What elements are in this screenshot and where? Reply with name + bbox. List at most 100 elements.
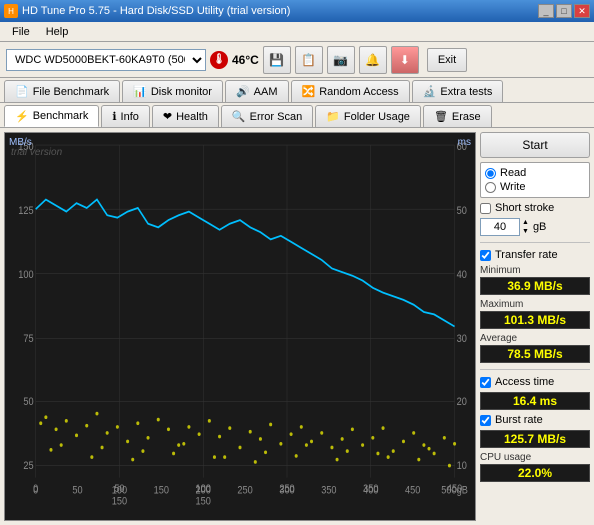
- tab-file-benchmark[interactable]: 📄 File Benchmark: [4, 80, 120, 102]
- tab-info[interactable]: ℹ Info: [101, 105, 150, 127]
- svg-text:25: 25: [23, 461, 34, 473]
- divider-1: [480, 242, 590, 243]
- read-label: Read: [500, 167, 526, 179]
- tab-folder-usage[interactable]: 📁 Folder Usage: [315, 105, 421, 127]
- temperature-value: 46°C: [232, 53, 259, 67]
- tab-health[interactable]: ❤ Health: [152, 105, 219, 127]
- read-radio[interactable]: [485, 168, 496, 179]
- tab-erase-label: Erase: [452, 111, 481, 123]
- burst-rate-checkbox-label: Burst rate: [495, 414, 543, 426]
- divider-2: [480, 369, 590, 370]
- write-radio-item[interactable]: Write: [485, 181, 585, 193]
- right-panel: Start Read Write Short stroke ▲ ▼: [480, 132, 590, 521]
- short-stroke-label: Short stroke: [495, 202, 554, 214]
- maximum-value: 101.3 MB/s: [480, 311, 590, 329]
- toolbar-btn-3[interactable]: 📷: [327, 46, 355, 74]
- transfer-rate-checkbox[interactable]: [480, 250, 491, 261]
- toolbar-btn-1[interactable]: 💾: [263, 46, 291, 74]
- transfer-rate-checkbox-item[interactable]: Transfer rate: [480, 249, 590, 261]
- write-radio[interactable]: [485, 182, 496, 193]
- svg-text:450: 450: [405, 485, 421, 497]
- spinbox-unit-label: gB: [533, 221, 546, 233]
- tab-extra-tests-label: Extra tests: [440, 86, 492, 98]
- svg-text:250: 250: [237, 485, 253, 497]
- tab-disk-monitor[interactable]: 📊 Disk monitor: [122, 80, 223, 102]
- tab-random-access[interactable]: 🔀 Random Access: [291, 80, 410, 102]
- toolbar-btn-2[interactable]: 📋: [295, 46, 323, 74]
- minimum-stat: Minimum 36.9 MB/s: [480, 265, 590, 295]
- svg-text:150: 150: [112, 496, 128, 508]
- aam-icon: 🔊: [236, 85, 250, 98]
- access-time-stat: 16.4 ms: [480, 392, 590, 410]
- transfer-rate-label: Transfer rate: [495, 249, 558, 261]
- drive-select[interactable]: WDC WD5000BEKT-60KA9T0 (500 gB): [6, 49, 206, 71]
- access-time-checkbox[interactable]: [480, 377, 491, 388]
- minimize-button[interactable]: _: [538, 4, 554, 18]
- svg-text:30: 30: [457, 334, 468, 346]
- folder-usage-icon: 📁: [326, 110, 340, 123]
- spinbox-input[interactable]: [480, 218, 520, 236]
- svg-text:200: 200: [196, 485, 212, 497]
- tab-extra-tests[interactable]: 🔬 Extra tests: [412, 80, 504, 102]
- short-stroke-checkbox-item[interactable]: Short stroke: [480, 202, 590, 214]
- tab-info-label: Info: [121, 111, 139, 123]
- close-button[interactable]: ✕: [574, 4, 590, 18]
- short-stroke-checkbox[interactable]: [480, 203, 491, 214]
- svg-text:50: 50: [72, 485, 83, 497]
- average-stat: Average 78.5 MB/s: [480, 333, 590, 363]
- menu-file[interactable]: File: [4, 24, 38, 40]
- info-icon: ℹ: [112, 110, 116, 123]
- menu-help[interactable]: Help: [38, 24, 77, 40]
- svg-text:0: 0: [33, 485, 38, 497]
- toolbar: WDC WD5000BEKT-60KA9T0 (500 gB) 🌡 46°C 💾…: [0, 42, 594, 78]
- read-write-radio-group: Read Write: [480, 162, 590, 198]
- chart-y-right-label: ms: [458, 137, 471, 148]
- svg-text:10: 10: [457, 461, 468, 473]
- tab-benchmark[interactable]: ⚡ Benchmark: [4, 105, 99, 127]
- random-access-icon: 🔀: [302, 85, 316, 98]
- tab-benchmark-label: Benchmark: [33, 110, 89, 122]
- health-icon: ❤: [163, 110, 172, 123]
- title-bar: H HD Tune Pro 5.75 - Hard Disk/SSD Utili…: [0, 0, 594, 22]
- svg-text:50: 50: [23, 396, 34, 408]
- maximum-stat: Maximum 101.3 MB/s: [480, 299, 590, 329]
- cpu-usage-value: 22.0%: [480, 464, 590, 482]
- svg-text:500gB: 500gB: [441, 485, 468, 497]
- tab-erase[interactable]: 🗑 Erase: [423, 105, 492, 127]
- temperature-icon: 🌡: [210, 51, 228, 69]
- erase-icon: 🗑: [434, 110, 448, 123]
- svg-text:100: 100: [18, 269, 34, 281]
- access-time-value: 16.4 ms: [480, 392, 590, 410]
- error-scan-icon: 🔍: [232, 110, 246, 123]
- minimum-value: 36.9 MB/s: [480, 277, 590, 295]
- tabs-row2: ⚡ Benchmark ℹ Info ❤ Health 🔍 Error Scan…: [0, 103, 594, 128]
- access-time-checkbox-item[interactable]: Access time: [480, 376, 590, 388]
- svg-text:20: 20: [457, 396, 468, 408]
- temperature-display: 🌡 46°C: [210, 51, 259, 69]
- svg-text:50: 50: [457, 205, 468, 217]
- toolbar-btn-5[interactable]: ⬇: [391, 46, 419, 74]
- chart-watermark: trial version: [11, 147, 62, 158]
- cpu-usage-stat: CPU usage 22.0%: [480, 452, 590, 482]
- menu-bar: File Help: [0, 22, 594, 42]
- burst-rate-checkbox[interactable]: [480, 415, 491, 426]
- spinbox-up-down[interactable]: ▲ ▼: [522, 218, 529, 236]
- tab-error-scan[interactable]: 🔍 Error Scan: [221, 105, 313, 127]
- read-radio-item[interactable]: Read: [485, 167, 585, 179]
- extra-tests-icon: 🔬: [423, 85, 437, 98]
- toolbar-btn-4[interactable]: 🔔: [359, 46, 387, 74]
- maximum-label: Maximum: [480, 299, 590, 310]
- benchmark-icon: ⚡: [15, 110, 29, 123]
- main-content: MB/s ms trial version 150: [0, 128, 594, 525]
- exit-button[interactable]: Exit: [427, 48, 467, 72]
- maximize-button[interactable]: □: [556, 4, 572, 18]
- svg-text:125: 125: [18, 205, 34, 217]
- minimum-label: Minimum: [480, 265, 590, 276]
- tab-folder-usage-label: Folder Usage: [344, 111, 410, 123]
- tab-aam[interactable]: 🔊 AAM: [225, 80, 289, 102]
- burst-rate-checkbox-item[interactable]: Burst rate: [480, 414, 590, 426]
- options-group: Short stroke ▲ ▼ gB: [480, 202, 590, 236]
- window-controls: _ □ ✕: [538, 4, 590, 18]
- start-button[interactable]: Start: [480, 132, 590, 158]
- tabs-row1: 📄 File Benchmark 📊 Disk monitor 🔊 AAM 🔀 …: [0, 78, 594, 103]
